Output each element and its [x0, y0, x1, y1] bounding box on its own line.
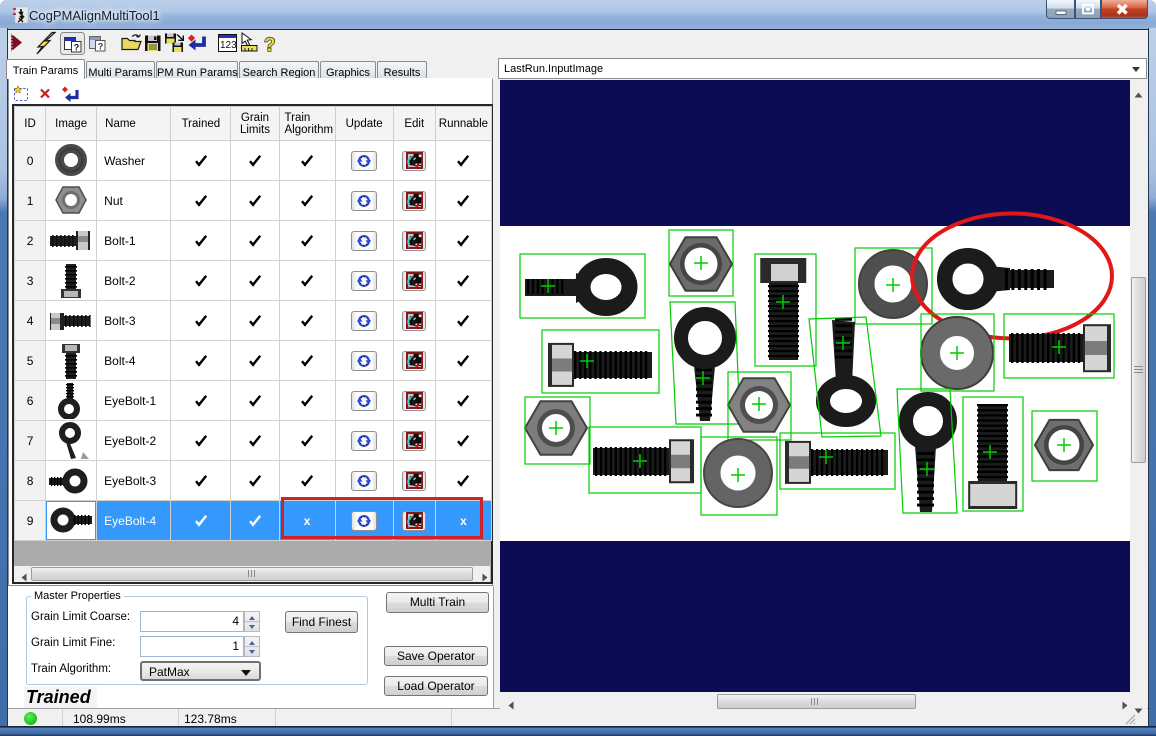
- svg-text:123: 123: [220, 40, 237, 51]
- svg-text:?: ?: [74, 43, 80, 53]
- svg-text:?: ?: [98, 42, 104, 52]
- svg-text:?: ?: [264, 35, 276, 56]
